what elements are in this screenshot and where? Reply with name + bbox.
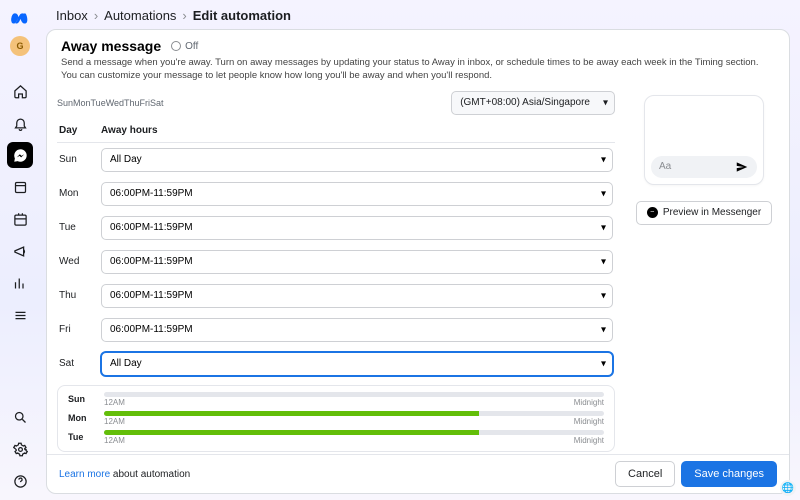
nav-ads-icon[interactable]: [7, 238, 33, 264]
day-strip: SunMonTueWedThuFriSat: [57, 98, 164, 108]
chevron-down-icon: ▾: [603, 97, 608, 108]
breadcrumb-inbox[interactable]: Inbox: [56, 8, 88, 23]
preview-messenger-button[interactable]: ~ Preview in Messenger: [636, 201, 772, 225]
day-label: Mon: [59, 188, 101, 199]
breadcrumb: Inbox › Automations › Edit automation: [46, 6, 790, 29]
timeline-row: Sun 12AM Midnight: [68, 392, 604, 407]
chevron-down-icon: ▾: [601, 222, 606, 233]
account-avatar[interactable]: G: [10, 36, 30, 56]
nav-bell-icon[interactable]: [7, 110, 33, 136]
hours-select[interactable]: 06:00PM-11:59PM▾: [101, 318, 613, 342]
timeline-day: Tue: [68, 432, 96, 442]
status-toggle[interactable]: Off: [171, 41, 198, 52]
chevron-down-icon: ▾: [601, 256, 606, 267]
schedule-row: Fri06:00PM-11:59PM▾: [57, 313, 615, 347]
cancel-button[interactable]: Cancel: [615, 461, 675, 487]
timeline-bar: [104, 411, 604, 416]
chevron-down-icon: ▾: [601, 324, 606, 335]
schedule-row: Tue06:00PM-11:59PM▾: [57, 211, 615, 245]
nav-insights-icon[interactable]: [7, 270, 33, 296]
hours-select[interactable]: All Day▾: [101, 352, 613, 376]
learn-more-link[interactable]: Learn more: [59, 469, 110, 480]
send-icon: [735, 160, 749, 174]
timeline-bar: [104, 430, 604, 435]
breadcrumb-automations[interactable]: Automations: [104, 8, 176, 23]
nav-search-icon[interactable]: [7, 404, 33, 430]
timeline-day: Mon: [68, 413, 96, 423]
left-rail: G: [0, 0, 40, 500]
timeline-row: Tue 12AM Midnight: [68, 430, 604, 445]
messenger-icon: ~: [647, 207, 658, 218]
phone-preview: Aa: [644, 95, 764, 185]
main-area: Inbox › Automations › Edit automation Aw…: [40, 0, 800, 500]
timeline-end: Midnight: [574, 417, 604, 426]
nav-more-icon[interactable]: [7, 302, 33, 328]
hours-select[interactable]: 06:00PM-11:59PM▾: [101, 182, 613, 206]
chevron-down-icon: ▾: [601, 154, 606, 165]
schedule-row: Thu06:00PM-11:59PM▾: [57, 279, 615, 313]
nav-inbox-icon[interactable]: [7, 142, 33, 168]
timeline-start: 12AM: [104, 436, 125, 445]
description-text: Send a message when you're away. Turn on…: [61, 57, 775, 83]
hours-select[interactable]: 06:00PM-11:59PM▾: [101, 216, 613, 240]
day-label: Wed: [59, 256, 101, 267]
column-day: Day: [59, 125, 101, 136]
day-label: Sat: [59, 358, 101, 369]
timeline-end: Midnight: [574, 436, 604, 445]
schedule-panel: SunMonTueWedThuFriSat (GMT+08:00) Asia/S…: [57, 91, 617, 454]
card-footer: Learn more about automation Cancel Save …: [47, 454, 789, 493]
hours-select[interactable]: All Day▾: [101, 148, 613, 172]
timeline-bar: [104, 392, 604, 397]
schedule-row: Wed06:00PM-11:59PM▾: [57, 245, 615, 279]
timeline-day: Sun: [68, 394, 96, 404]
chevron-down-icon: ▾: [601, 188, 606, 199]
chevron-right-icon: ›: [94, 8, 98, 23]
column-hours: Away hours: [101, 125, 613, 136]
breadcrumb-current: Edit automation: [193, 8, 291, 23]
timeline-start: 12AM: [104, 398, 125, 407]
phone-input: Aa: [651, 156, 757, 178]
globe-icon[interactable]: 🌐: [780, 480, 796, 496]
preview-panel: Aa ~ Preview in Messenger: [629, 91, 779, 454]
day-label: Thu: [59, 290, 101, 301]
timeline-row: Mon 12AM Midnight: [68, 411, 604, 426]
nav-posts-icon[interactable]: [7, 174, 33, 200]
meta-logo[interactable]: [8, 6, 32, 30]
day-label: Fri: [59, 324, 101, 335]
nav-calendar-icon[interactable]: [7, 206, 33, 232]
save-button[interactable]: Save changes: [681, 461, 777, 487]
schedule-row: SunAll Day▾: [57, 143, 615, 177]
chevron-down-icon: ▾: [601, 290, 606, 301]
timeline-start: 12AM: [104, 417, 125, 426]
chevron-down-icon: ▾: [601, 358, 606, 369]
learn-more: Learn more about automation: [59, 469, 190, 480]
nav-settings-icon[interactable]: [7, 436, 33, 462]
timezone-select[interactable]: (GMT+08:00) Asia/Singapore ▾: [451, 91, 615, 115]
day-label: Sun: [59, 154, 101, 165]
nav-home-icon[interactable]: [7, 78, 33, 104]
timeline-end: Midnight: [574, 398, 604, 407]
hours-select[interactable]: 06:00PM-11:59PM▾: [101, 284, 613, 308]
schedule-row: SatAll Day▾: [57, 347, 615, 381]
nav-help-icon[interactable]: [7, 468, 33, 494]
timeline-card: Sun 12AM Midnight Mon 12AM Midnight Tue 12AM Mid…: [57, 385, 615, 452]
schedule-row: Mon06:00PM-11:59PM▾: [57, 177, 615, 211]
chevron-right-icon: ›: [182, 8, 186, 23]
page-title: Away message: [61, 38, 161, 54]
hours-select[interactable]: 06:00PM-11:59PM▾: [101, 250, 613, 274]
automation-card: Away message Off Send a message when you…: [46, 29, 790, 494]
day-label: Tue: [59, 222, 101, 233]
